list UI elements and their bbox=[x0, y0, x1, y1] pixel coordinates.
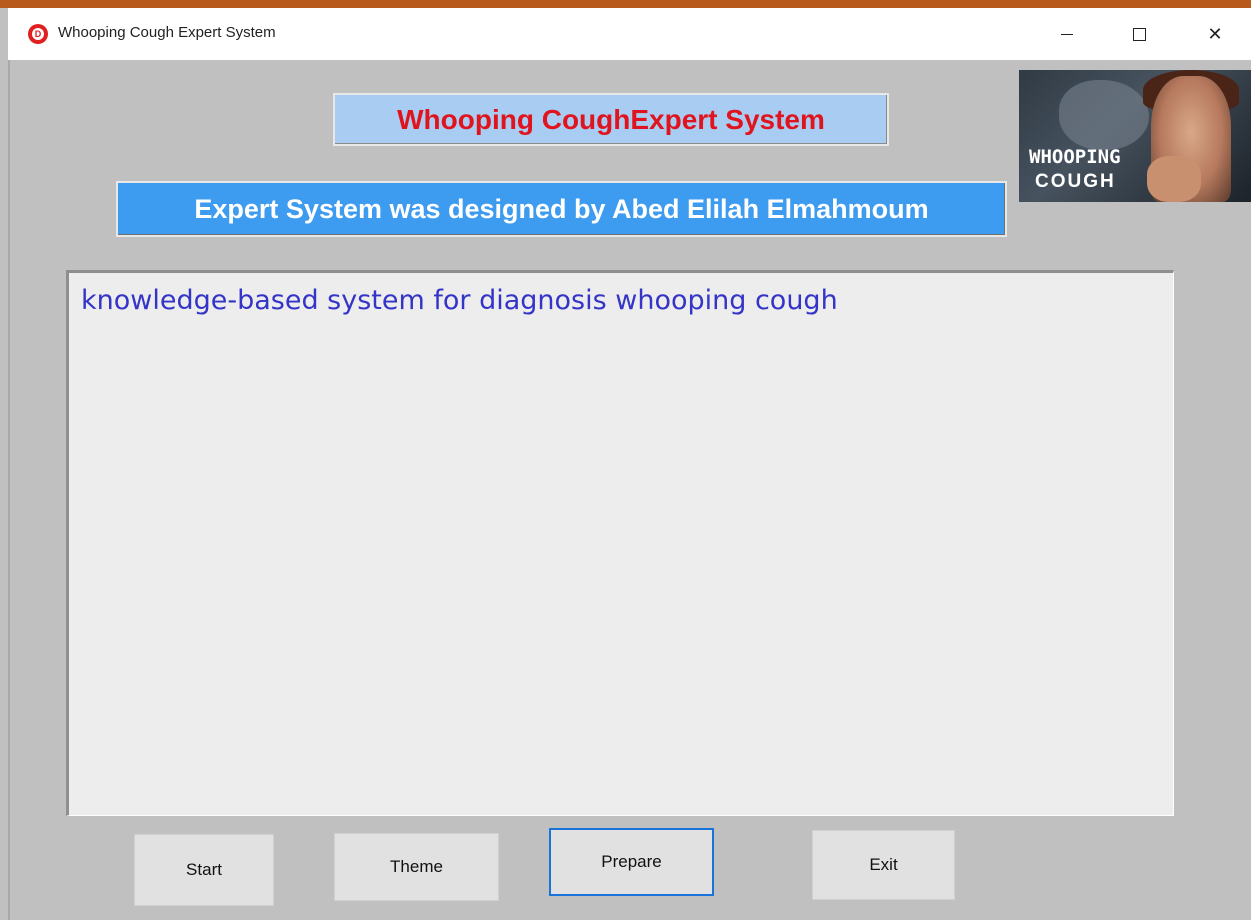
hand-graphic bbox=[1147, 156, 1201, 202]
theme-button[interactable]: Theme bbox=[334, 833, 499, 901]
minimize-icon bbox=[1061, 33, 1073, 35]
bacteria-graphic bbox=[1059, 80, 1149, 150]
text-area-content: knowledge-based system for diagnosis who… bbox=[81, 285, 838, 316]
prepare-button[interactable]: Prepare bbox=[549, 828, 714, 896]
app-title-label: Whooping CoughExpert System bbox=[333, 93, 889, 146]
maximize-icon bbox=[1132, 27, 1146, 41]
logo-text-cough: COUGH bbox=[1035, 171, 1116, 192]
logo-text-whooping: WHOOPING bbox=[1029, 146, 1121, 168]
start-button[interactable]: Start bbox=[134, 834, 274, 906]
title-bar[interactable]: D Whooping Cough Expert System ✕ bbox=[8, 8, 1251, 60]
window-title: Whooping Cough Expert System bbox=[58, 24, 276, 41]
designer-label: Expert System was designed by Abed Elila… bbox=[116, 181, 1007, 237]
app-icon: D bbox=[28, 24, 48, 44]
close-icon: ✕ bbox=[1207, 23, 1223, 45]
exit-button[interactable]: Exit bbox=[812, 830, 955, 900]
whooping-cough-logo-image: WHOOPING COUGH bbox=[1019, 70, 1251, 202]
knowledge-text-area[interactable]: knowledge-based system for diagnosis who… bbox=[66, 270, 1174, 816]
close-button[interactable]: ✕ bbox=[1192, 18, 1238, 50]
window-top-border bbox=[0, 0, 1251, 8]
minimize-button[interactable] bbox=[1044, 18, 1090, 50]
maximize-button[interactable] bbox=[1116, 18, 1162, 50]
